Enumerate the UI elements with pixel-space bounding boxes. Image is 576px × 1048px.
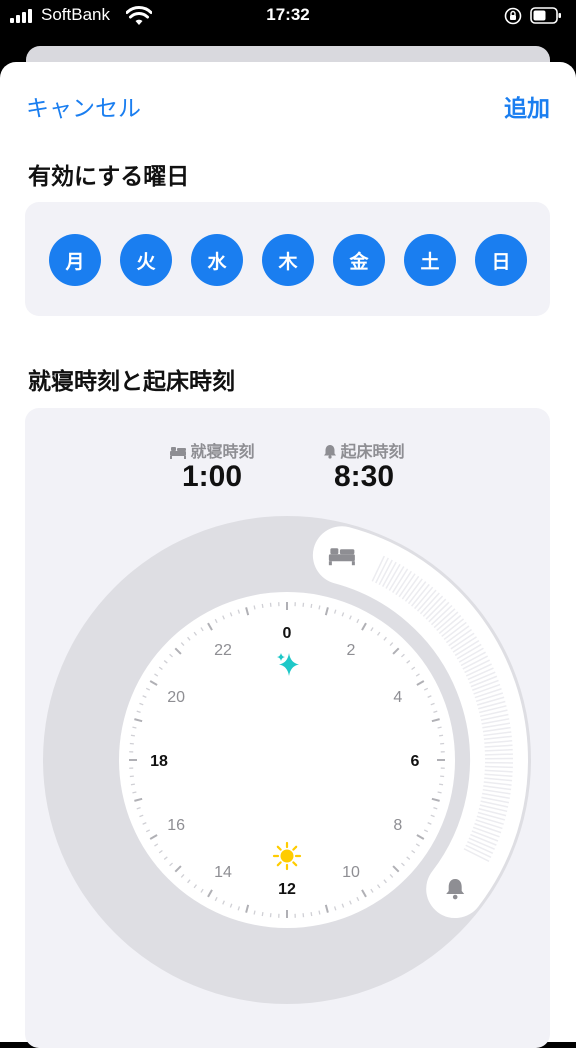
clock-tick xyxy=(262,912,263,916)
clock-tick xyxy=(311,912,312,916)
clock-tick xyxy=(319,911,320,915)
hour-label: 2 xyxy=(347,642,356,659)
sleep-clock-dial[interactable]: 0 2 4 6 8 10 12 14 16 18 20 22 xyxy=(0,0,576,1024)
clock-tick xyxy=(254,911,255,915)
clock-tick xyxy=(254,605,255,609)
sun-icon xyxy=(274,843,300,869)
clock-tick xyxy=(438,792,442,793)
hour-label: 22 xyxy=(214,642,232,659)
clock-tick xyxy=(439,735,443,736)
clock-tick xyxy=(132,792,136,793)
clock-tick xyxy=(438,727,442,728)
clock-face xyxy=(119,592,455,928)
clock-tick xyxy=(439,784,443,785)
hour-label: 8 xyxy=(393,817,402,834)
bedtime-handle[interactable] xyxy=(315,528,369,582)
hour-label: 10 xyxy=(342,864,360,881)
clock-tick xyxy=(131,735,135,736)
hour-label: 20 xyxy=(167,689,185,706)
clock-tick xyxy=(262,604,263,608)
hour-label: 4 xyxy=(393,689,402,706)
hour-label: 16 xyxy=(167,817,185,834)
clock-tick xyxy=(131,784,135,785)
wake-handle[interactable] xyxy=(428,862,482,916)
hour-label: 14 xyxy=(214,864,232,881)
clock-tick xyxy=(132,727,136,728)
hour-label: 0 xyxy=(283,625,292,642)
hour-label: 12 xyxy=(278,881,296,898)
hour-label: 18 xyxy=(150,753,168,770)
clock-tick xyxy=(311,604,312,608)
clock-tick xyxy=(319,605,320,609)
hour-label: 6 xyxy=(411,753,420,770)
